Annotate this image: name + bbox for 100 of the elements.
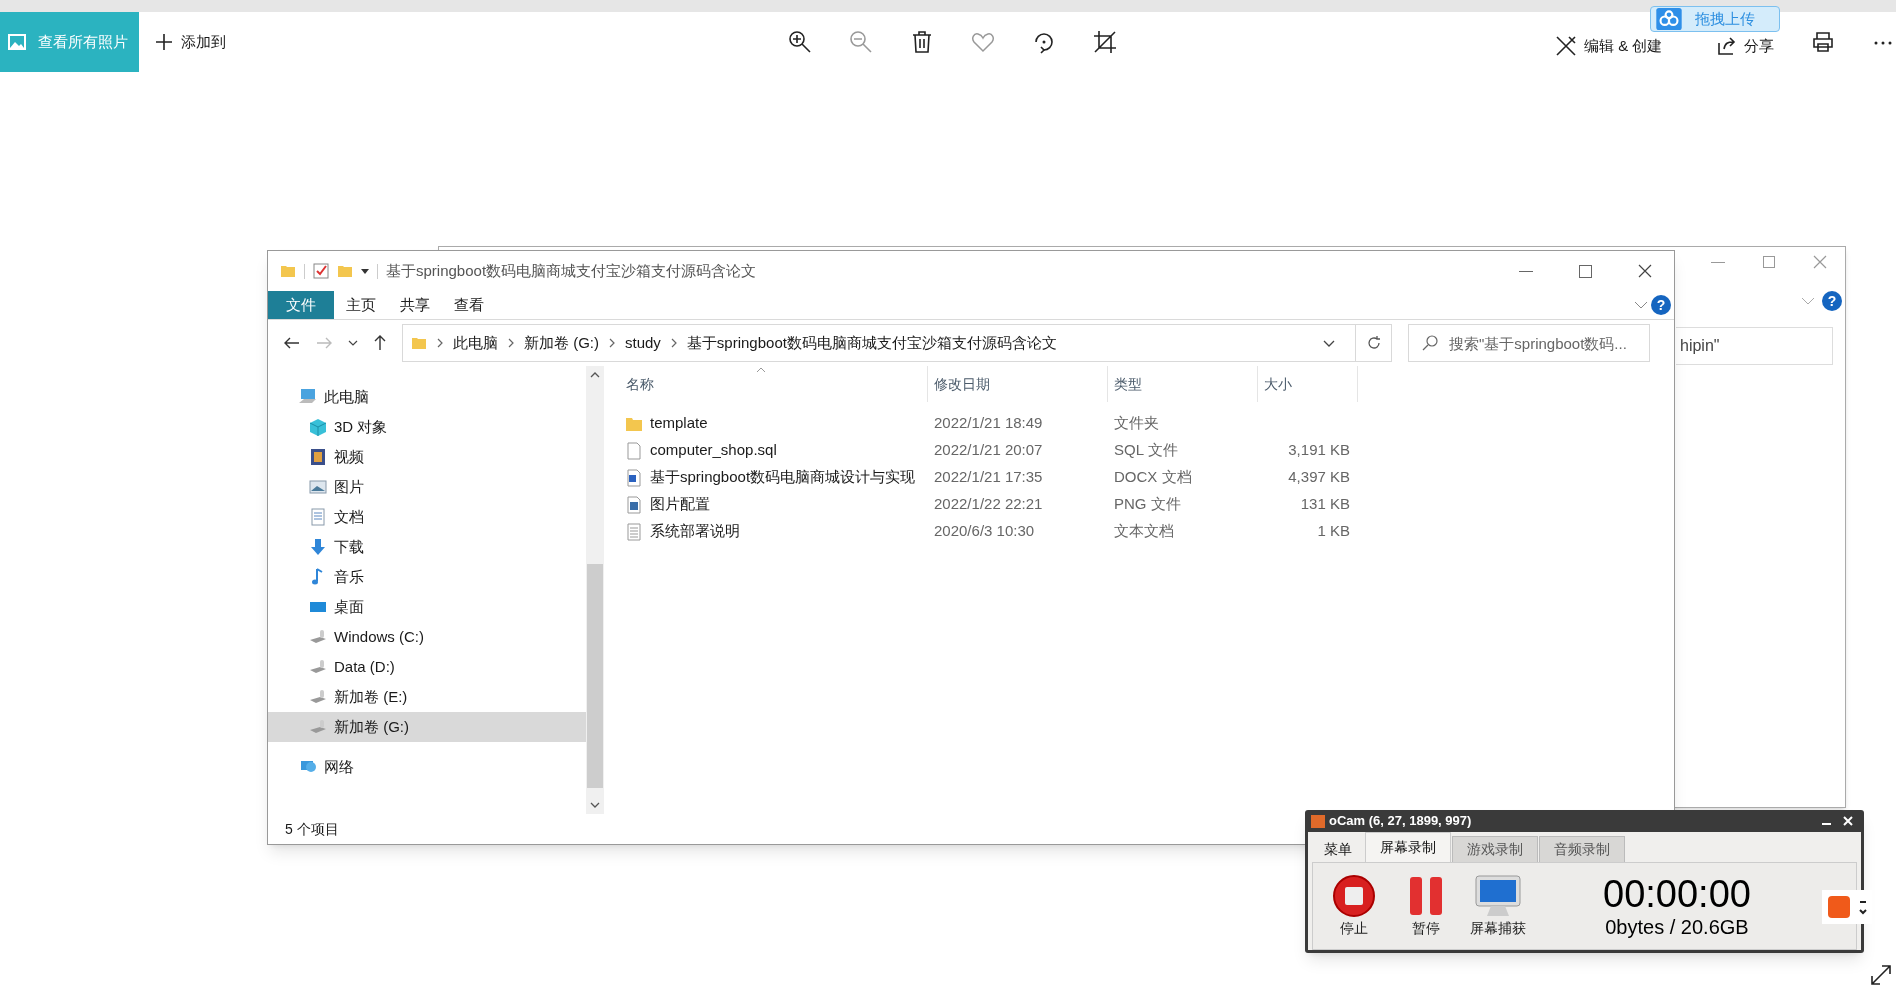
text-file-icon — [624, 521, 644, 542]
scroll-thumb[interactable] — [587, 564, 603, 788]
breadcrumb-link[interactable]: 基于springboot数码电脑商城支付宝沙箱支付源码含论文 — [686, 331, 1057, 355]
help-button[interactable]: ? — [1822, 291, 1842, 311]
column-header[interactable]: 修改日期 — [928, 366, 1108, 402]
file-name[interactable]: 图片配置 — [650, 493, 710, 516]
search-icon — [1422, 335, 1438, 351]
file-name[interactable]: 系统部署说明 — [650, 520, 740, 543]
maximize-icon[interactable] — [1763, 256, 1775, 268]
close-icon[interactable] — [1638, 264, 1652, 278]
share-button[interactable]: 分享 — [1718, 35, 1774, 58]
nav-item[interactable]: 新加卷 (E:) — [268, 682, 586, 712]
timer: 00:00:00 — [1603, 873, 1751, 915]
nav-item[interactable]: 3D 对象 — [268, 412, 586, 442]
column-header[interactable]: 类型 — [1108, 366, 1258, 402]
search-field[interactable]: hipin" — [1676, 327, 1833, 365]
ribbon-tab[interactable]: 主页 — [334, 291, 388, 319]
ribbon-tab[interactable]: 查看 — [442, 291, 496, 319]
crop-icon[interactable] — [1093, 30, 1117, 54]
app-logo-icon — [1311, 814, 1325, 828]
heart-icon[interactable] — [971, 30, 995, 54]
help-button[interactable]: ? — [1651, 295, 1671, 315]
nav-item[interactable]: 图片 — [268, 472, 586, 502]
minimize-icon[interactable] — [1519, 270, 1533, 272]
table-cell-text: 2022/1/21 20:07 — [933, 440, 1044, 461]
file-menu-tab[interactable]: 文件 — [268, 291, 334, 319]
nav-item[interactable]: Data (D:) — [268, 652, 586, 682]
back-arrow-icon[interactable] — [284, 337, 300, 349]
cloud-icon — [1655, 8, 1683, 30]
up-arrow-icon[interactable] — [374, 335, 386, 351]
column-header[interactable]: 名称 — [610, 366, 928, 402]
word-document-icon — [624, 467, 644, 488]
pause-button[interactable]: 暂停 — [1395, 873, 1457, 939]
nav-item[interactable]: Windows (C:) — [268, 622, 586, 652]
recorder-tab[interactable]: 音频录制 — [1539, 836, 1625, 862]
nav-item[interactable]: 新加卷 (G:) — [268, 712, 586, 742]
nav-item[interactable]: 音乐 — [268, 562, 586, 592]
file-size-text: 0bytes / 20.6GB — [1605, 915, 1749, 939]
download-arrow-icon — [308, 537, 328, 557]
nav-item[interactable]: 下载 — [268, 532, 586, 562]
file-name[interactable]: template — [650, 412, 708, 435]
maximize-icon[interactable] — [1579, 264, 1592, 278]
file-name[interactable]: 基于springboot数码电脑商城设计与实现 — [650, 466, 916, 489]
checkbox-icon[interactable] — [313, 263, 329, 279]
nav-item[interactable]: 网络 — [268, 752, 586, 782]
breadcrumb-link[interactable]: 此电脑 — [453, 331, 498, 355]
ribbon-tab[interactable]: 共享 — [388, 291, 442, 319]
chevron-right-icon[interactable] — [609, 338, 615, 348]
stop-icon — [1332, 873, 1376, 918]
plus-icon — [155, 33, 173, 51]
breadcrumb-link[interactable]: study — [625, 331, 661, 355]
refresh-icon[interactable] — [1365, 335, 1382, 351]
more-icon[interactable] — [1874, 41, 1892, 45]
recorder-tab[interactable]: 屏幕录制 — [1365, 832, 1451, 862]
column-header[interactable]: 大小 — [1258, 366, 1358, 402]
file-name[interactable]: computer_shop.sql — [650, 439, 777, 462]
table-cell-text: 文本文档 — [1113, 521, 1175, 542]
nav-item[interactable]: 视频 — [268, 442, 586, 472]
table-cell-text: 文件夹 — [1113, 413, 1160, 434]
scroll-up-icon[interactable] — [590, 372, 600, 378]
address-bar[interactable]: 此电脑 新加卷 (G:) study 基于springboot数码电脑商城支付宝沙箱支付源码含论文 — [402, 324, 1392, 362]
edit-tools-icon — [1556, 36, 1576, 57]
edit-create-button[interactable]: 编辑 & 创建 — [1556, 35, 1663, 58]
nav-item[interactable]: 桌面 — [268, 592, 586, 622]
print-icon[interactable] — [1813, 32, 1833, 52]
stop-button[interactable]: 停止 — [1323, 873, 1385, 939]
window-title: 基于springboot数码电脑商城支付宝沙箱支付源码含论文 — [386, 260, 757, 281]
scrollbar[interactable] — [586, 366, 604, 814]
table-cell: 4,397 KB — [1288, 468, 1350, 486]
table-cell-text: 2022/1/21 17:35 — [933, 467, 1044, 488]
rotate-icon[interactable] — [1032, 30, 1056, 54]
file-icon — [624, 440, 644, 461]
chevron-down-icon[interactable] — [1634, 301, 1648, 309]
search-field[interactable]: 搜索"基于springboot数码... — [1408, 324, 1650, 362]
table-cell-text: DOCX 文档 — [1113, 467, 1193, 488]
nav-item[interactable]: 此电脑 — [268, 382, 586, 412]
breadcrumb-link[interactable]: 新加卷 (G:) — [524, 331, 599, 355]
table-cell: 3,191 KB — [1288, 441, 1350, 459]
recent-dropdown-icon[interactable] — [348, 340, 358, 346]
folder-icon — [411, 336, 427, 350]
chevron-right-icon[interactable] — [508, 338, 514, 348]
recorder-tab[interactable]: 游戏录制 — [1452, 836, 1538, 862]
zoom-out-icon[interactable] — [849, 30, 873, 54]
film-icon — [308, 447, 328, 467]
table-cell-text: PNG 文件 — [1113, 494, 1182, 515]
scroll-down-icon[interactable] — [590, 802, 600, 808]
zoom-in-icon[interactable] — [788, 30, 812, 54]
add-to-button[interactable]: 添加到 — [151, 30, 230, 54]
chevron-right-icon[interactable] — [437, 338, 443, 348]
resize-arrow-icon[interactable] — [1870, 964, 1892, 986]
delete-icon[interactable] — [910, 30, 934, 54]
screen-capture-button[interactable]: 屏幕捕获 — [1467, 873, 1529, 939]
nav-item[interactable]: 文档 — [268, 502, 586, 532]
minimize-icon[interactable] — [1711, 261, 1725, 263]
dropdown-arrow-icon[interactable] — [361, 268, 369, 274]
chevron-right-icon[interactable] — [670, 338, 677, 348]
recorder-tab[interactable]: 菜单 — [1312, 836, 1364, 862]
table-cell-text: 2022/1/22 22:21 — [933, 494, 1044, 515]
image-file-icon — [624, 494, 644, 515]
window-title: oCam (6, 27, 1899, 997) — [1329, 812, 1472, 831]
